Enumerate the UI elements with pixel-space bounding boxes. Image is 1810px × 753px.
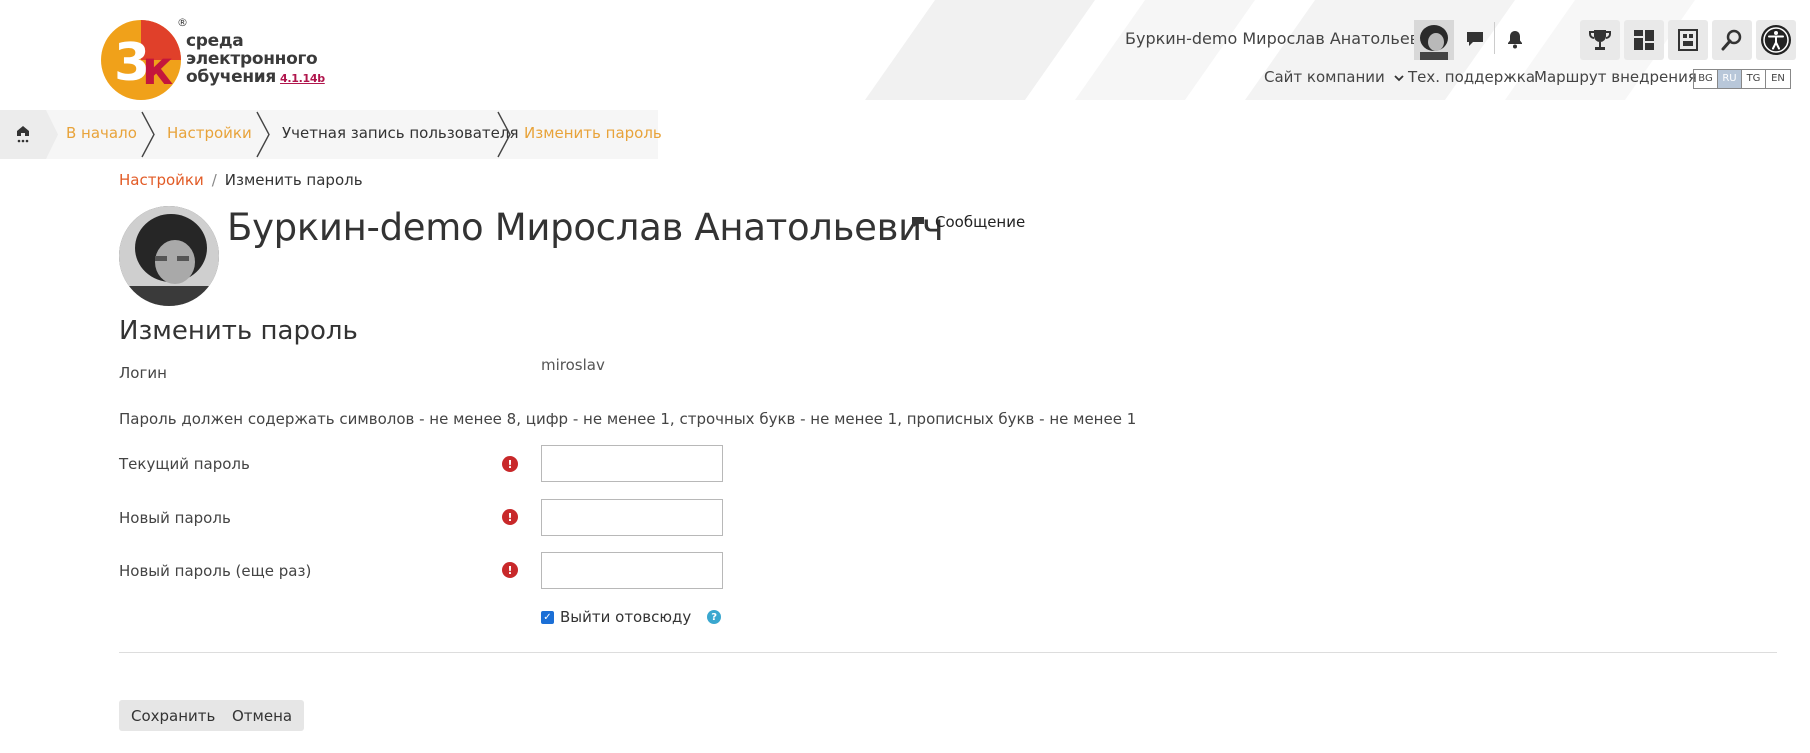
sub-breadcrumb-separator: / bbox=[211, 171, 217, 189]
sub-breadcrumb: Настройки / Изменить пароль bbox=[119, 171, 363, 189]
lang-ru[interactable]: RU bbox=[1718, 70, 1742, 88]
dashboard-button[interactable] bbox=[1624, 20, 1664, 60]
language-switcher: BG RU TG EN bbox=[1693, 69, 1791, 89]
send-message-link[interactable]: Сообщение bbox=[911, 213, 1025, 231]
new-password-label: Новый пароль bbox=[119, 509, 231, 527]
trophy-button[interactable] bbox=[1580, 20, 1620, 60]
form-title: Изменить пароль bbox=[119, 316, 358, 346]
login-label: Логин bbox=[119, 364, 167, 382]
search-button[interactable] bbox=[1712, 20, 1752, 60]
logout-everywhere-row: ✓ Выйти отовсюду ? bbox=[541, 608, 722, 626]
lang-bg[interactable]: BG bbox=[1694, 70, 1718, 88]
logo-line-3: обучения 4.1.14b bbox=[186, 68, 325, 88]
cancel-button[interactable]: Отмена bbox=[220, 700, 305, 731]
logo-line-3-text: обучения bbox=[186, 67, 277, 87]
logo-registered-mark: ® bbox=[177, 16, 188, 29]
dashboard-icon bbox=[1634, 30, 1654, 50]
sub-breadcrumb-current: Изменить пароль bbox=[224, 171, 363, 189]
send-message-label: Сообщение bbox=[935, 213, 1026, 231]
svg-text:к: к bbox=[142, 41, 173, 95]
lang-en[interactable]: EN bbox=[1766, 70, 1790, 88]
password-rule-text: Пароль должен содержать символов - не ме… bbox=[119, 410, 1137, 428]
logo-line-2: электронного bbox=[186, 49, 318, 69]
header-separator bbox=[1494, 22, 1495, 54]
support-link[interactable]: Тех. поддержка bbox=[1408, 68, 1535, 86]
new-password-again-input[interactable] bbox=[541, 552, 723, 589]
help-icon[interactable]: ? bbox=[707, 610, 722, 624]
site-logo[interactable]: 3 к ® среда электронного обучения 4.1.14b bbox=[100, 16, 330, 100]
breadcrumb-chevron bbox=[256, 111, 270, 158]
header-user-name[interactable]: Буркин-demo Мирослав Анатольевич bbox=[1125, 29, 1439, 48]
logo-mark: 3 к bbox=[101, 20, 181, 100]
profile-avatar[interactable] bbox=[119, 206, 219, 306]
breadcrumb-account[interactable]: Учетная запись пользователя bbox=[282, 124, 519, 142]
login-value: miroslav bbox=[541, 356, 605, 374]
current-password-input[interactable] bbox=[541, 445, 723, 482]
logout-everywhere-label[interactable]: Выйти отовсюду bbox=[560, 608, 691, 626]
lang-tg[interactable]: TG bbox=[1742, 70, 1766, 88]
courses-button[interactable] bbox=[1668, 20, 1708, 60]
logo-line-1: среда bbox=[186, 31, 244, 51]
breadcrumb-home[interactable]: В начало bbox=[66, 124, 137, 142]
current-password-label: Текущий пароль bbox=[119, 455, 250, 473]
home-button[interactable] bbox=[0, 110, 46, 159]
bell-icon[interactable] bbox=[1502, 26, 1528, 52]
accessibility-button[interactable] bbox=[1756, 20, 1796, 60]
sub-breadcrumb-settings[interactable]: Настройки bbox=[119, 171, 204, 189]
new-password-again-label: Новый пароль (еще раз) bbox=[119, 562, 312, 580]
accessibility-icon bbox=[1761, 25, 1791, 55]
required-icon: ! bbox=[502, 509, 518, 525]
save-button[interactable]: Сохранить bbox=[119, 700, 228, 731]
courses-icon bbox=[1678, 29, 1698, 51]
required-icon: ! bbox=[502, 456, 518, 472]
breadcrumb-chevron bbox=[141, 111, 155, 158]
required-icon: ! bbox=[502, 562, 518, 578]
breadcrumb-chevron bbox=[497, 111, 511, 158]
breadcrumb-arrow bbox=[46, 110, 58, 159]
breadcrumb-change-password[interactable]: Изменить пароль bbox=[524, 124, 662, 142]
roadmap-link[interactable]: Маршрут внедрения bbox=[1534, 68, 1697, 86]
company-site-label: Сайт компании bbox=[1264, 68, 1385, 86]
breadcrumb-settings[interactable]: Настройки bbox=[167, 124, 252, 142]
message-icon bbox=[912, 217, 924, 227]
chevron-down-icon bbox=[1393, 75, 1404, 82]
form-divider bbox=[119, 652, 1777, 653]
search-icon bbox=[1721, 29, 1742, 51]
trophy-icon bbox=[1589, 30, 1611, 50]
logo-version[interactable]: 4.1.14b bbox=[280, 72, 325, 85]
home-icon bbox=[17, 125, 29, 142]
profile-name: Буркин-demo Мирослав Анатольевич bbox=[227, 206, 944, 249]
new-password-input[interactable] bbox=[541, 499, 723, 536]
breadcrumb-bar: В начало Настройки Учетная запись пользо… bbox=[0, 110, 662, 159]
logo-text: среда электронного обучения 4.1.14b bbox=[186, 32, 325, 88]
logout-everywhere-checkbox[interactable]: ✓ bbox=[541, 610, 554, 624]
messages-icon[interactable] bbox=[1462, 26, 1488, 52]
header-user-avatar[interactable] bbox=[1414, 20, 1454, 60]
company-site-link[interactable]: Сайт компании bbox=[1264, 68, 1404, 86]
